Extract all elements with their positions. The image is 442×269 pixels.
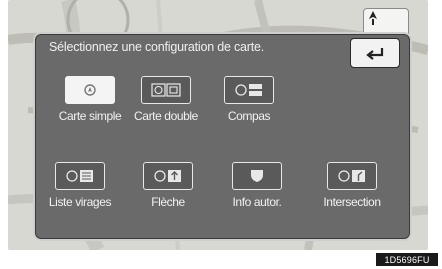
option-intersection[interactable]: Intersection: [312, 162, 392, 209]
fleche-button[interactable]: [143, 162, 193, 190]
option-info-autor[interactable]: Info autor.: [217, 162, 297, 209]
dual-map-icon: [151, 83, 181, 97]
compas-label: Compas: [227, 109, 271, 123]
back-button[interactable]: [350, 38, 400, 68]
option-compas[interactable]: Compas: [209, 76, 289, 123]
intersection-button[interactable]: [327, 162, 377, 190]
liste-virages-label: Liste virages: [48, 195, 112, 209]
carte-simple-button[interactable]: [65, 76, 115, 104]
arrow-mode-icon: [154, 170, 181, 182]
freeway-info-icon: [251, 170, 263, 182]
option-carte-simple[interactable]: Carte simple: [50, 76, 130, 123]
map-configuration-dialog: Sélectionnez une configuration de carte.…: [33, 32, 412, 241]
carte-double-button[interactable]: [141, 76, 191, 104]
figure-reference-code: 1D5696FU: [376, 253, 438, 266]
compas-button[interactable]: [224, 76, 274, 104]
north-arrow-icon: [369, 11, 377, 25]
carte-double-label: Carte double: [134, 109, 198, 123]
intersection-icon: [338, 170, 365, 182]
compass-mode-icon: [235, 84, 262, 96]
option-liste-virages[interactable]: Liste virages: [40, 162, 120, 209]
dialog-title: Sélectionnez une configuration de carte.: [49, 40, 265, 54]
option-fleche[interactable]: Flèche: [128, 162, 208, 209]
intersection-label: Intersection: [323, 195, 381, 209]
return-arrow-icon: [366, 48, 384, 60]
carte-simple-label: Carte simple: [58, 109, 122, 123]
info-autor-button[interactable]: [232, 162, 282, 190]
info-autor-label: Info autor.: [232, 195, 282, 209]
option-carte-double[interactable]: Carte double: [126, 76, 206, 123]
fleche-label: Flèche: [151, 195, 185, 209]
turn-list-icon: [66, 170, 93, 182]
liste-virages-button[interactable]: [55, 162, 105, 190]
single-map-icon: [84, 84, 96, 96]
